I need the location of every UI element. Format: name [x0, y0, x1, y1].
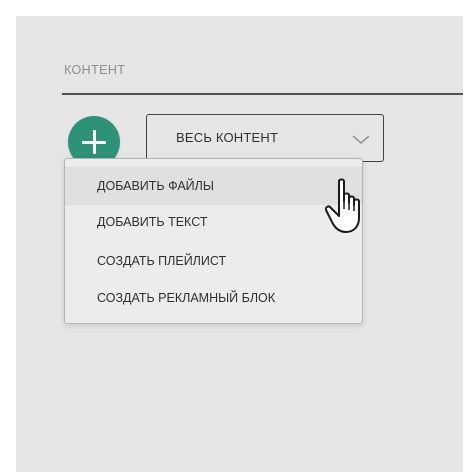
chevron-down-icon	[352, 135, 370, 144]
content-filter-select[interactable]: ВЕСЬ КОНТЕНТ	[146, 114, 384, 162]
menu-item-create-ad-block[interactable]: СОЗДАТЬ РЕКЛАМНЫЙ БЛОК	[65, 279, 362, 317]
hand-pointer-icon	[324, 178, 360, 233]
menu-item-add-files[interactable]: ДОБАВИТЬ ФАЙЛЫ	[65, 167, 362, 205]
section-divider	[62, 93, 463, 95]
menu-item-add-text[interactable]: ДОБАВИТЬ ТЕКСТ	[65, 203, 362, 241]
content-filter-value: ВЕСЬ КОНТЕНТ	[176, 130, 279, 145]
add-content-menu: ДОБАВИТЬ ФАЙЛЫ ДОБАВИТЬ ТЕКСТ СОЗДАТЬ ПЛ…	[64, 158, 363, 324]
section-title: КОНТЕНТ	[64, 63, 126, 77]
menu-item-create-playlist[interactable]: СОЗДАТЬ ПЛЕЙЛИСТ	[65, 242, 362, 280]
